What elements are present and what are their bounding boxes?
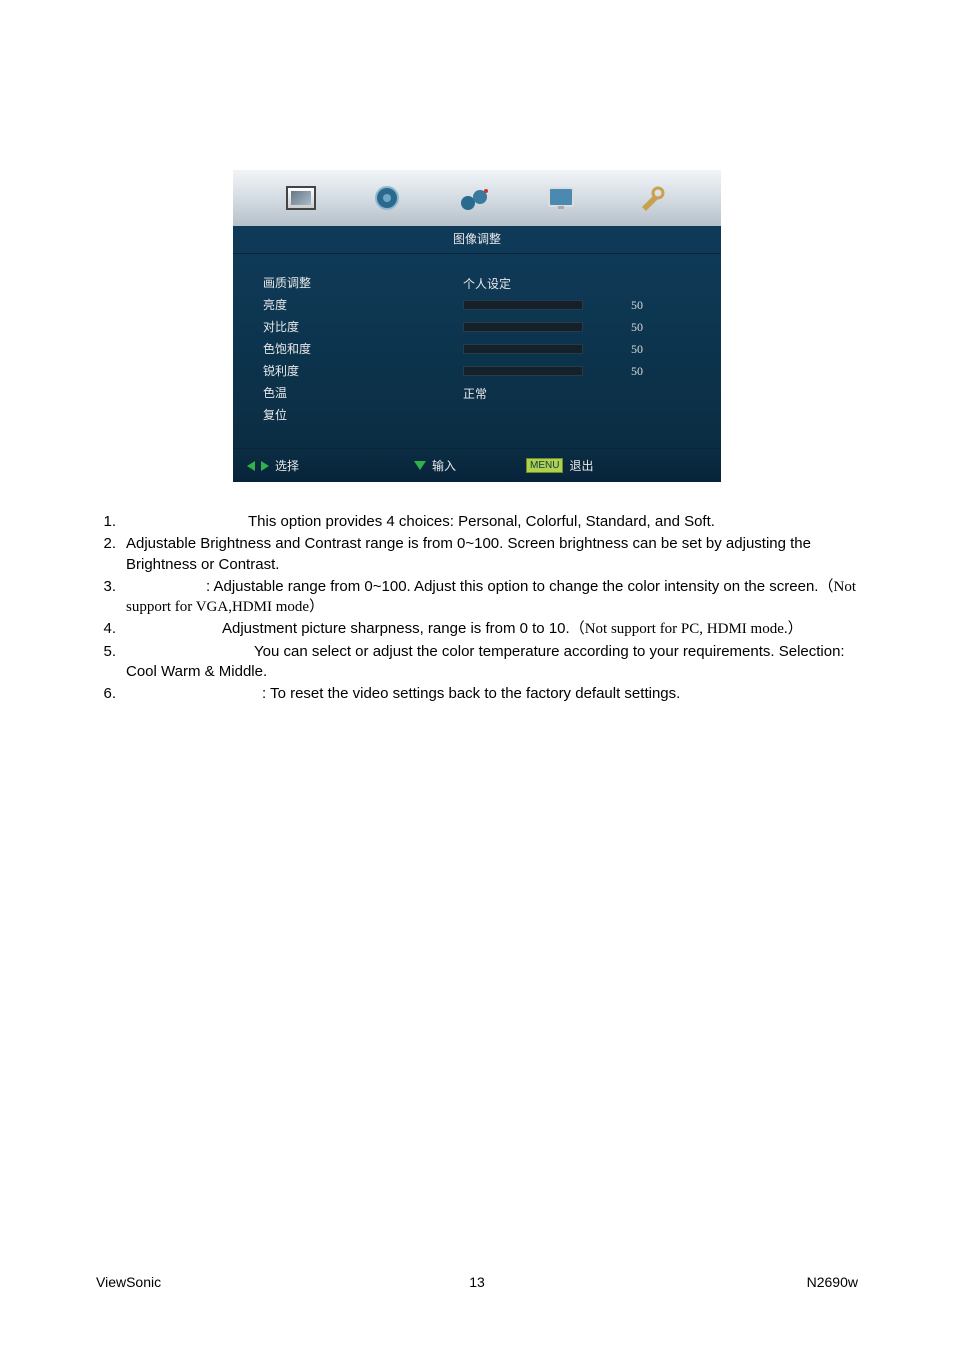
osd-title: 图像调整 [233, 226, 721, 254]
arrow-left-icon [247, 461, 255, 471]
tab-picture-icon[interactable] [286, 186, 316, 210]
menu-badge: MENU [526, 458, 563, 473]
list-text-4: Adjustment picture sharpness, range is f… [126, 619, 858, 639]
list-number: 6. [96, 684, 126, 704]
arrow-down-icon [414, 461, 426, 470]
osd-label-sharpness[interactable]: 锐利度 [263, 360, 463, 382]
osd-label-color-temp[interactable]: 色温 [263, 382, 463, 404]
sharpness-slider[interactable] [463, 366, 583, 376]
sharpness-value: 50 [631, 364, 643, 379]
osd-label-picture-mode[interactable]: 画质调整 [263, 272, 463, 294]
list-text-3: : Adjustable range from 0~100. Adjust th… [126, 577, 858, 618]
brightness-slider[interactable] [463, 300, 583, 310]
osd-label-contrast[interactable]: 对比度 [263, 316, 463, 338]
saturation-slider[interactable] [463, 344, 583, 354]
list-number: 3. [96, 577, 126, 618]
list-number: 5. [96, 642, 126, 683]
footer-select: 选择 [247, 457, 299, 474]
osd-value-color-temp: 正常 [463, 382, 695, 404]
list-number: 1. [96, 512, 126, 532]
osd-panel: 图像调整 画质调整 亮度 对比度 色饱和度 锐利度 色温 复位 个人设定 50 … [233, 170, 721, 482]
page-number: 13 [96, 1274, 858, 1290]
osd-label-brightness[interactable]: 亮度 [263, 294, 463, 316]
list-text-5: You can select or adjust the color tempe… [126, 642, 858, 683]
tab-audio-icon[interactable] [370, 181, 404, 215]
tab-tools-icon[interactable] [634, 181, 668, 215]
contrast-slider[interactable] [463, 322, 583, 332]
description-list: 1. This option provides 4 choices: Perso… [96, 512, 858, 704]
footer-exit: MENU 退出 [526, 457, 593, 474]
osd-value-picture-mode: 个人设定 [463, 272, 695, 294]
list-text-1: This option provides 4 choices: Personal… [126, 512, 858, 532]
list-text-2: Adjustable Brightness and Contrast range… [126, 534, 858, 575]
tab-screen-icon[interactable] [546, 181, 580, 215]
list-text-6: : To reset the video settings back to th… [126, 684, 858, 704]
list-number: 4. [96, 619, 126, 639]
osd-tab-bar [233, 170, 721, 226]
footer-enter: 输入 [414, 457, 456, 474]
tab-setup-icon[interactable] [458, 181, 492, 215]
osd-label-reset[interactable]: 复位 [263, 404, 463, 426]
arrow-right-icon [261, 461, 269, 471]
contrast-value: 50 [631, 320, 643, 335]
osd-label-saturation[interactable]: 色饱和度 [263, 338, 463, 360]
brightness-value: 50 [631, 298, 643, 313]
saturation-value: 50 [631, 342, 643, 357]
list-number: 2. [96, 534, 126, 575]
